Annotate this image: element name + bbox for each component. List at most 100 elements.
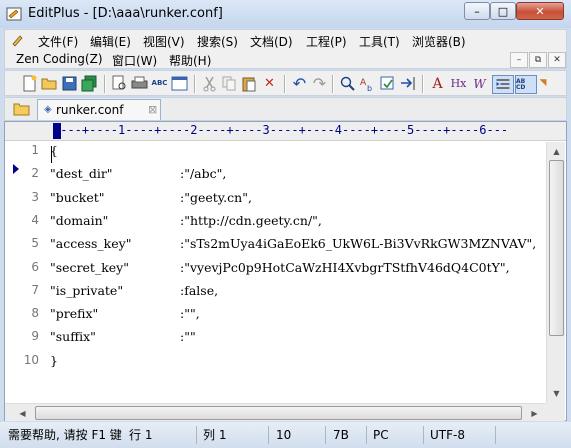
status-column: 列 1 [203, 428, 227, 442]
vertical-scrollbar[interactable]: ▲ ▼ [546, 142, 565, 403]
menu-browser[interactable]: 浏览器(B) [412, 33, 466, 50]
goto-icon[interactable] [399, 75, 416, 92]
menu-view[interactable]: 视图(V) [143, 33, 185, 50]
code-line-key: "prefix" [50, 306, 99, 322]
maximize-button[interactable]: □ [490, 2, 516, 20]
ruler-scale: ----+----1----+----2----+----3----+----4… [53, 123, 509, 137]
line-number: 8 [31, 306, 39, 321]
scroll-left-icon[interactable]: ◀ [15, 406, 30, 420]
menu-bar: 文件(F) 编辑(E) 视图(V) 搜索(S) 文档(D) 工程(P) 工具(T… [4, 29, 567, 69]
code-line-value: :"" [180, 329, 196, 345]
horizontal-scrollbar[interactable]: ◀ ▶ [5, 403, 546, 421]
code-line-value: :"geety.cn", [180, 189, 252, 205]
paste-icon[interactable] [241, 75, 258, 92]
browser-icon[interactable] [171, 75, 188, 92]
toolbar: ABC ✕ ↶ ↷ Ab A Hx W AB CD ◥ [4, 70, 567, 96]
redo-icon[interactable]: ↷ [311, 75, 328, 92]
delete-icon[interactable]: ✕ [261, 75, 278, 92]
status-separator [196, 426, 197, 444]
menu-project[interactable]: 工程(P) [306, 33, 347, 50]
code-line-key: { [50, 143, 58, 158]
code-line-value: :"vyevjPc0p9HotCaWzHI4XvbgrTStfhV46dQ4C0… [180, 259, 510, 275]
status-separator [325, 426, 326, 444]
toolbar-separator [194, 75, 196, 93]
code-line-value: :false, [180, 282, 219, 298]
window-title: EditPlus - [D:\aaa\runker.conf] [28, 6, 223, 21]
mdi-close-button[interactable]: ✕ [548, 52, 566, 68]
hex-icon[interactable]: Hx [450, 75, 467, 92]
code-line-value: :"", [180, 306, 200, 322]
abc-icon[interactable]: AB CD [515, 75, 537, 94]
toolbar-separator [104, 75, 106, 93]
title-bar: EditPlus - [D:\aaa\runker.conf] – □ ✕ [0, 0, 571, 28]
status-line-ending: PC [373, 428, 389, 442]
line-number: 6 [31, 259, 39, 274]
find-in-files-icon[interactable] [379, 75, 396, 92]
editor-pane[interactable]: ----+----1----+----2----+----3----+----4… [4, 121, 567, 421]
minimize-button[interactable]: – [464, 2, 490, 20]
document-tab-bar: ◈ runker.conf ⊠ [4, 97, 567, 121]
toolbar-separator [284, 75, 286, 93]
spell-check-icon[interactable]: ABC [151, 75, 168, 92]
code-line-key: "bucket" [50, 189, 105, 205]
print-icon[interactable] [131, 75, 148, 92]
line-number: 9 [31, 329, 39, 344]
indent-icon[interactable] [492, 75, 514, 94]
svg-text:b: b [367, 84, 372, 92]
menu-edit[interactable]: 编辑(E) [90, 33, 131, 50]
more-tools-icon[interactable]: ◥ [537, 75, 549, 92]
save-all-icon[interactable] [81, 75, 98, 92]
font-icon[interactable]: A [429, 75, 446, 92]
scroll-right-icon[interactable]: ▶ [527, 406, 542, 420]
open-icon[interactable] [41, 75, 58, 92]
replace-icon[interactable]: Ab [359, 75, 376, 92]
new-file-icon[interactable] [21, 75, 38, 92]
find-icon[interactable] [339, 75, 356, 92]
horizontal-scroll-thumb[interactable] [35, 406, 522, 420]
code-line-key: "suffix" [50, 329, 96, 345]
menu-tools[interactable]: 工具(T) [359, 33, 400, 50]
folder-icon[interactable] [13, 101, 30, 116]
code-line-value: :"http://cdn.geety.cn/", [180, 212, 322, 228]
mdi-minimize-button[interactable]: – [510, 52, 528, 68]
svg-text:A: A [360, 78, 367, 88]
save-icon[interactable] [61, 75, 78, 92]
vertical-scroll-thumb[interactable] [549, 160, 564, 336]
undo-icon[interactable]: ↶ [291, 75, 308, 92]
close-button[interactable]: ✕ [516, 2, 564, 20]
word-wrap-icon[interactable]: W [471, 75, 488, 92]
menu-window[interactable]: 窗口(W) [112, 52, 157, 69]
line-number: 3 [31, 189, 39, 204]
code-line-key: "is_private" [50, 282, 124, 298]
copy-icon[interactable] [221, 75, 238, 92]
scroll-down-icon[interactable]: ▼ [549, 386, 564, 401]
code-line-key: "dest_dir" [50, 166, 113, 182]
tab-runker-conf[interactable]: ◈ runker.conf ⊠ [37, 99, 161, 120]
menu-file[interactable]: 文件(F) [38, 33, 78, 50]
status-help: 需要帮助, 请按 F1 键 [8, 428, 122, 442]
status-separator [268, 426, 269, 444]
menu-document[interactable]: 文档(D) [250, 33, 293, 50]
menu-search[interactable]: 搜索(S) [197, 33, 238, 50]
menu-help[interactable]: 帮助(H) [169, 52, 211, 69]
print-preview-icon[interactable] [111, 75, 128, 92]
code-line-key: "domain" [50, 212, 109, 228]
code-line-value: :"sTs2mUya4iGaEoEk6_UkW6L-Bi3VvRkGW3MZNV… [180, 236, 537, 252]
status-separator [366, 426, 367, 444]
toolbar-separator [332, 75, 334, 93]
column-ruler: ----+----1----+----2----+----3----+----4… [5, 122, 566, 141]
scroll-up-icon[interactable]: ▲ [549, 144, 564, 159]
tab-close-icon[interactable]: ⊠ [148, 103, 157, 116]
toolbar-separator [422, 75, 424, 93]
code-line-key: "access_key" [50, 236, 132, 252]
status-separator [423, 426, 424, 444]
cut-icon[interactable] [201, 75, 218, 92]
mdi-restore-button[interactable]: ⧉ [529, 52, 547, 68]
status-bar: 需要帮助, 请按 F1 键 行 1 列 1 10 7B PC UTF-8 [0, 422, 571, 448]
status-line-count: 10 [276, 428, 292, 442]
status-encoding: UTF-8 [430, 428, 465, 442]
line-number: 1 [31, 143, 39, 157]
menu-zen-coding[interactable]: Zen Coding(Z) [16, 52, 103, 66]
code-line-value: :"/abc", [180, 166, 227, 182]
line-number: 4 [31, 212, 39, 227]
